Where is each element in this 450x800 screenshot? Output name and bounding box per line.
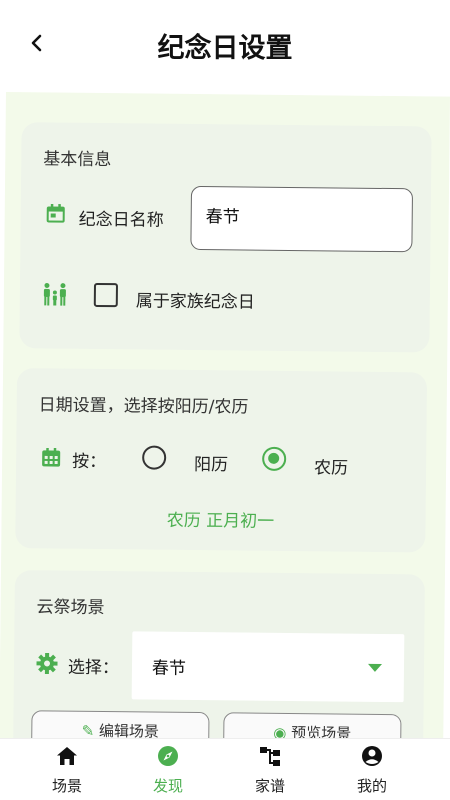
scene-select[interactable]: 春节 bbox=[131, 631, 405, 703]
family-icon bbox=[43, 282, 66, 306]
nav-item-scene[interactable]: 场景 bbox=[17, 739, 117, 800]
family-checkbox[interactable] bbox=[93, 282, 119, 308]
date-settings-title: 日期设置，选择按阳历/农历 bbox=[38, 395, 249, 418]
cloud-scene-card: 云祭场景 选择： 春节 ✎ 编辑场景 ◉ 预览场景 bbox=[12, 570, 425, 747]
caret-down-icon bbox=[367, 663, 383, 672]
compass-icon bbox=[158, 746, 178, 766]
nav-item-family-tree[interactable]: 家谱 bbox=[220, 739, 320, 800]
lunar-radio[interactable] bbox=[262, 446, 287, 471]
lunar-label: 农历 bbox=[313, 458, 349, 479]
family-label: 属于家族纪念日 bbox=[135, 291, 255, 313]
nav-item-discover[interactable]: 发现 bbox=[118, 739, 218, 800]
page-title: 纪念日设置 bbox=[157, 33, 293, 64]
app-header: 纪念日设置 bbox=[0, 0, 450, 92]
content-area[interactable]: 基本信息 纪念日名称 春节 属于家族纪念日 日期设置，选择按阳历/农历 按： 阳… bbox=[0, 92, 450, 747]
calendar-icon bbox=[46, 203, 65, 223]
nav-label-scene: 场景 bbox=[51, 777, 82, 795]
basic-info-card: 基本信息 纪念日名称 春节 属于家族纪念日 bbox=[19, 122, 432, 353]
scene-select-value: 春节 bbox=[151, 658, 187, 679]
nav-item-mine[interactable]: 我的 bbox=[322, 739, 422, 800]
home-icon bbox=[57, 747, 77, 765]
nav-label-mine: 我的 bbox=[356, 777, 387, 795]
bottom-nav: 场景 发现 家谱 我的 bbox=[0, 738, 450, 800]
basic-info-title: 基本信息 bbox=[43, 149, 112, 171]
tree-icon bbox=[260, 747, 280, 766]
nav-label-family-tree: 家谱 bbox=[254, 777, 285, 795]
calendar-grid-icon bbox=[42, 447, 61, 467]
select-label: 选择： bbox=[67, 657, 120, 679]
name-label: 纪念日名称 bbox=[78, 209, 164, 231]
name-input[interactable]: 春节 bbox=[190, 185, 414, 253]
nav-label-discover: 发现 bbox=[152, 777, 183, 795]
selected-date-display[interactable]: 农历 正月初一 bbox=[15, 504, 425, 533]
gear-icon bbox=[36, 652, 58, 674]
cloud-scene-title: 云祭场景 bbox=[36, 597, 105, 619]
solar-radio[interactable] bbox=[142, 445, 167, 470]
solar-label: 阳历 bbox=[193, 454, 229, 476]
date-settings-card: 日期设置，选择按阳历/农历 按： 阳历 农历 农历 正月初一 bbox=[15, 368, 428, 553]
user-icon bbox=[362, 746, 382, 766]
by-label: 按： bbox=[72, 451, 107, 473]
